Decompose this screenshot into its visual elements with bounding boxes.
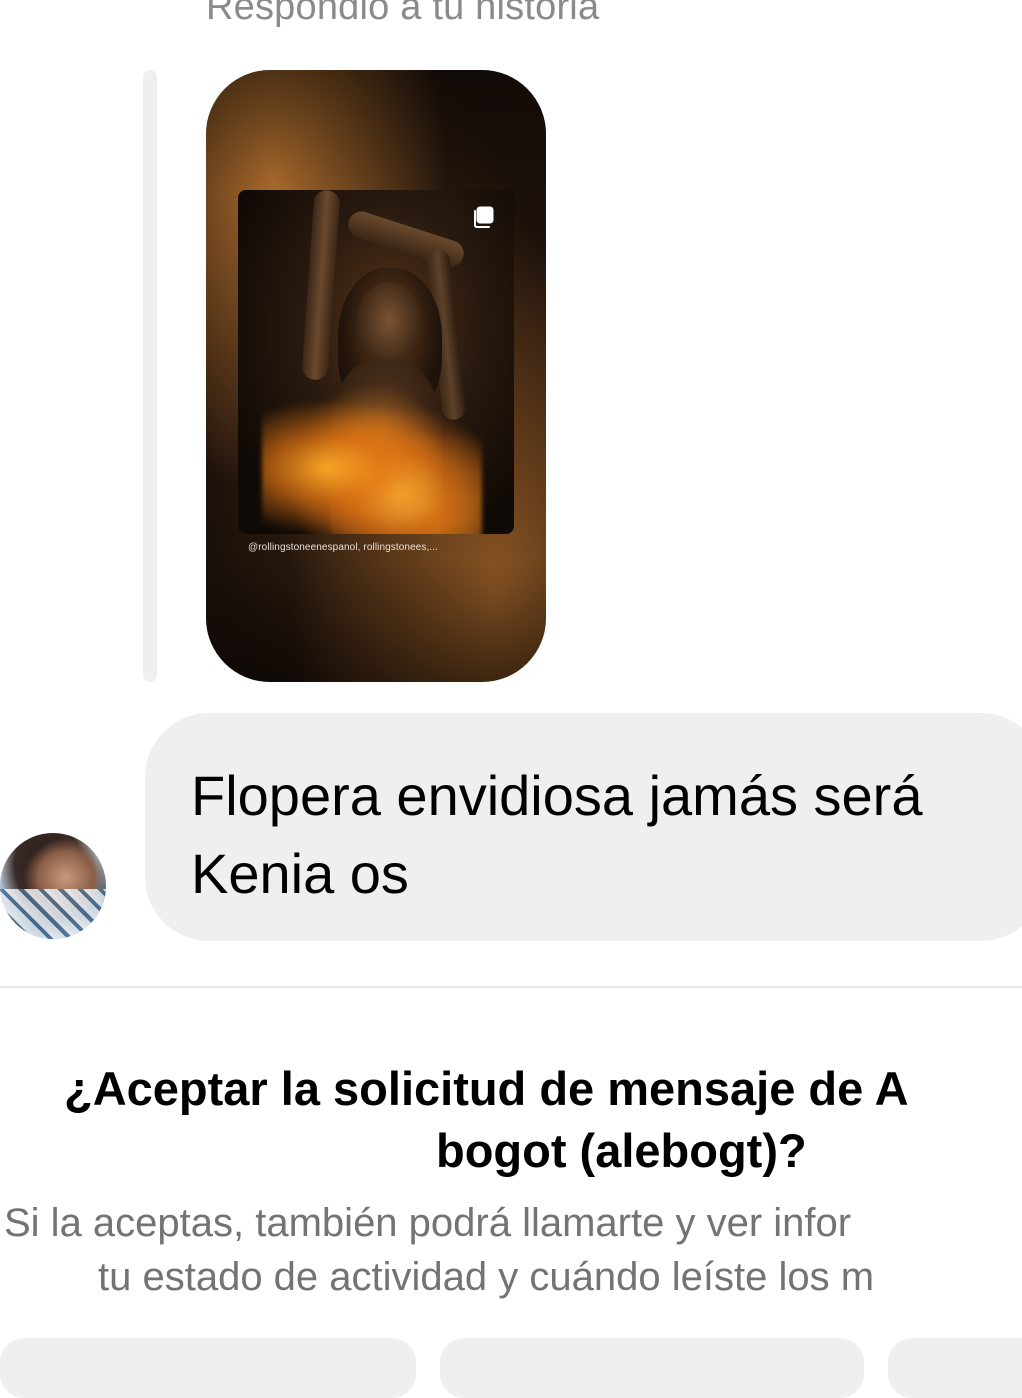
replied-to-story-label: Respondió a tu historia xyxy=(206,0,600,28)
accept-button[interactable] xyxy=(888,1338,1022,1398)
message-line-1: Flopera envidiosa jamás será xyxy=(191,764,923,827)
story-figure-head xyxy=(356,282,422,368)
request-title-line-2: bogot (alebogt)? xyxy=(436,1124,807,1177)
story-source-handle: @rollingstoneenespanol, rollingstonees,.… xyxy=(248,542,439,553)
multiple-photos-icon xyxy=(474,206,494,228)
delete-button[interactable] xyxy=(440,1338,864,1398)
story-photo xyxy=(238,190,514,534)
sender-avatar[interactable] xyxy=(0,833,106,939)
story-preview[interactable]: @rollingstoneenespanol, rollingstonees,.… xyxy=(206,70,546,682)
quote-bar xyxy=(143,70,157,682)
message-text: Flopera envidiosa jamás será Kenia os xyxy=(191,757,922,913)
block-button[interactable] xyxy=(0,1338,416,1398)
story-flames xyxy=(262,380,482,534)
request-description-line-1: Si la aceptas, también podrá llamarte y … xyxy=(4,1201,852,1245)
message-line-2: Kenia os xyxy=(191,842,409,905)
section-divider xyxy=(0,986,1022,988)
request-description-line-2: tu estado de actividad y cuándo leíste l… xyxy=(98,1255,875,1299)
request-title-line-1: ¿Aceptar la solicitud de mensaje de A xyxy=(64,1062,909,1115)
story-figure-arm xyxy=(301,190,341,381)
message-bubble[interactable]: Flopera envidiosa jamás será Kenia os xyxy=(145,713,1022,941)
